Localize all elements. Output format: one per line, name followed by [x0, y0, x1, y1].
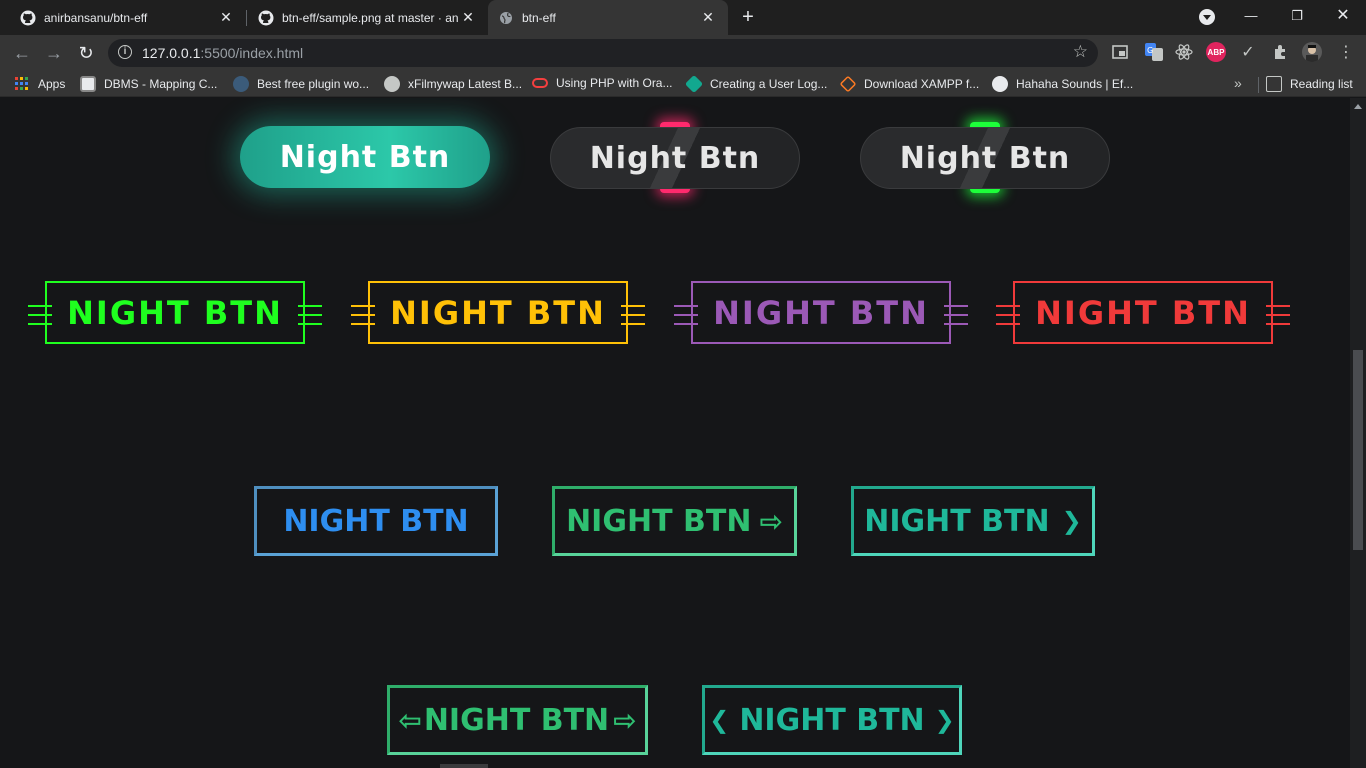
horizontal-scroll-indicator: [440, 764, 488, 768]
bookmark-xfilmywap[interactable]: xFilmywap Latest B...: [384, 76, 522, 92]
tab-title: btn-eff/sample.png at master · anirbansa…: [282, 10, 458, 25]
tab-github-repo[interactable]: anirbansanu/btn-eff ✕: [0, 0, 246, 35]
right-arrow-icon: ⇨: [613, 703, 637, 737]
tab-search-icon[interactable]: [1199, 9, 1215, 25]
bookmark-xampp[interactable]: Download XAMPP f...: [839, 75, 979, 93]
scrollbar-thumb[interactable]: [1353, 350, 1363, 550]
svg-text:G: G: [1147, 46, 1153, 55]
tick-line: [944, 305, 968, 307]
site-icon: [684, 74, 704, 94]
chevron-right-icon: ❯: [1061, 507, 1082, 535]
close-tab-icon[interactable]: ✕: [460, 9, 476, 25]
translate-icon[interactable]: G: [1144, 42, 1164, 62]
tab-title: btn-eff: [522, 10, 556, 25]
night-btn-yellow-framed[interactable]: NIGHT BTN: [368, 281, 628, 344]
back-icon[interactable]: ←: [10, 41, 34, 65]
reading-list-button[interactable]: Reading list: [1266, 76, 1353, 92]
night-btn-double-chevron-box[interactable]: ❮ NIGHT BTN ❯: [702, 685, 962, 755]
night-btn-pink-split[interactable]: Night Btn: [550, 127, 800, 189]
tick-line: [1266, 323, 1290, 325]
chrome-menu-icon[interactable]: ⋮: [1336, 42, 1356, 62]
scroll-up-icon[interactable]: [1354, 104, 1362, 109]
bookmark-user-login[interactable]: Creating a User Log...: [684, 74, 827, 94]
night-btn-green-arrow-box[interactable]: NIGHT BTN ⇨: [552, 486, 797, 556]
night-btn-blue-box[interactable]: NIGHT BTN: [254, 486, 498, 556]
tick-line: [298, 314, 322, 316]
close-tab-icon[interactable]: ✕: [218, 9, 234, 25]
chevron-right-icon: ❯: [934, 706, 955, 734]
reload-icon[interactable]: ↻: [74, 41, 98, 65]
adblock-icon[interactable]: ABP: [1206, 42, 1226, 62]
oracle-icon: [532, 78, 548, 88]
tab-btn-eff[interactable]: btn-eff ✕: [488, 0, 728, 35]
forward-icon[interactable]: →: [42, 41, 66, 65]
xampp-icon: [839, 75, 857, 93]
restore-button[interactable]: ❐: [1274, 0, 1320, 35]
url-text: 127.0.0.1:5500/index.html: [142, 45, 304, 61]
tab-title: anirbansanu/btn-eff: [44, 10, 148, 25]
puzzle-extensions-icon[interactable]: [1270, 42, 1290, 62]
new-tab-button[interactable]: +: [737, 6, 759, 28]
night-btn-teal-glow[interactable]: Night Btn: [240, 126, 490, 188]
profile-avatar[interactable]: [1302, 42, 1322, 62]
reading-list-icon: [1266, 76, 1282, 92]
tick-line: [298, 323, 322, 325]
night-btn-green-split[interactable]: Night Btn: [860, 127, 1110, 189]
night-btn-purple-framed[interactable]: NIGHT BTN: [691, 281, 951, 344]
address-bar[interactable]: i 127.0.0.1:5500/index.html ☆: [108, 39, 1098, 67]
page-content: Night Btn Night Btn Night Btn NIGHT BTN …: [0, 98, 1350, 768]
tick-line: [1266, 314, 1290, 316]
bookmark-dbms[interactable]: DBMS - Mapping C...: [80, 76, 217, 92]
button-label: NIGHT BTN: [739, 702, 925, 738]
button-label: NIGHT BTN: [423, 702, 610, 738]
night-btn-green-framed[interactable]: NIGHT BTN: [45, 281, 305, 344]
globe-icon: [384, 76, 400, 92]
chevron-left-icon: ❮: [709, 706, 730, 734]
bookmark-hahaha[interactable]: Hahaha Sounds | Ef...: [992, 76, 1133, 92]
wordpress-icon: [233, 76, 249, 92]
vertical-scrollbar[interactable]: [1350, 98, 1366, 768]
bookmark-star-icon[interactable]: ☆: [1073, 42, 1088, 62]
github-icon: [20, 10, 36, 26]
tick-line: [621, 305, 645, 307]
minimize-button[interactable]: —: [1228, 0, 1274, 35]
night-btn-teal-chevron-box[interactable]: NIGHT BTN ❯: [851, 486, 1095, 556]
globe-icon: [498, 10, 514, 26]
checkmark-icon[interactable]: ✓: [1238, 42, 1258, 62]
site-icon: [992, 76, 1008, 92]
tick-line: [298, 305, 322, 307]
more-bookmarks-icon[interactable]: »: [1234, 75, 1242, 91]
tick-line: [621, 323, 645, 325]
site-icon: [80, 76, 96, 92]
bookmark-oracle[interactable]: Using PHP with Ora...: [532, 76, 672, 90]
night-btn-double-arrow-box[interactable]: ⇦ NIGHT BTN ⇨: [387, 685, 648, 755]
close-tab-icon[interactable]: ✕: [700, 9, 716, 25]
react-devtools-icon[interactable]: [1174, 42, 1194, 62]
apps-grid-icon: [14, 76, 30, 92]
bookmarks-bar: Apps DBMS - Mapping C... Best free plugi…: [0, 71, 1366, 97]
github-icon: [258, 10, 274, 26]
tab-strip: anirbansanu/btn-eff ✕ btn-eff/sample.png…: [0, 0, 1366, 35]
bookmark-wordpress[interactable]: Best free plugin wo...: [233, 76, 369, 92]
tick-line: [621, 314, 645, 316]
tick-line: [1266, 305, 1290, 307]
left-arrow-icon: ⇦: [398, 703, 422, 737]
button-label: NIGHT BTN: [566, 503, 752, 539]
button-label: NIGHT BTN: [864, 503, 1050, 539]
night-btn-red-framed[interactable]: NIGHT BTN: [1013, 281, 1273, 344]
cast-icon[interactable]: [1110, 42, 1130, 62]
button-label: NIGHT BTN: [283, 503, 469, 539]
tab-github-sample[interactable]: btn-eff/sample.png at master · anirbansa…: [238, 0, 488, 35]
bookmarks-separator: [1258, 77, 1259, 93]
tick-line: [944, 323, 968, 325]
close-window-button[interactable]: ✕: [1320, 0, 1366, 35]
right-arrow-icon: ⇨: [759, 504, 783, 538]
site-info-icon[interactable]: i: [118, 45, 132, 59]
tick-line: [944, 314, 968, 316]
bookmark-apps[interactable]: Apps: [14, 76, 65, 92]
